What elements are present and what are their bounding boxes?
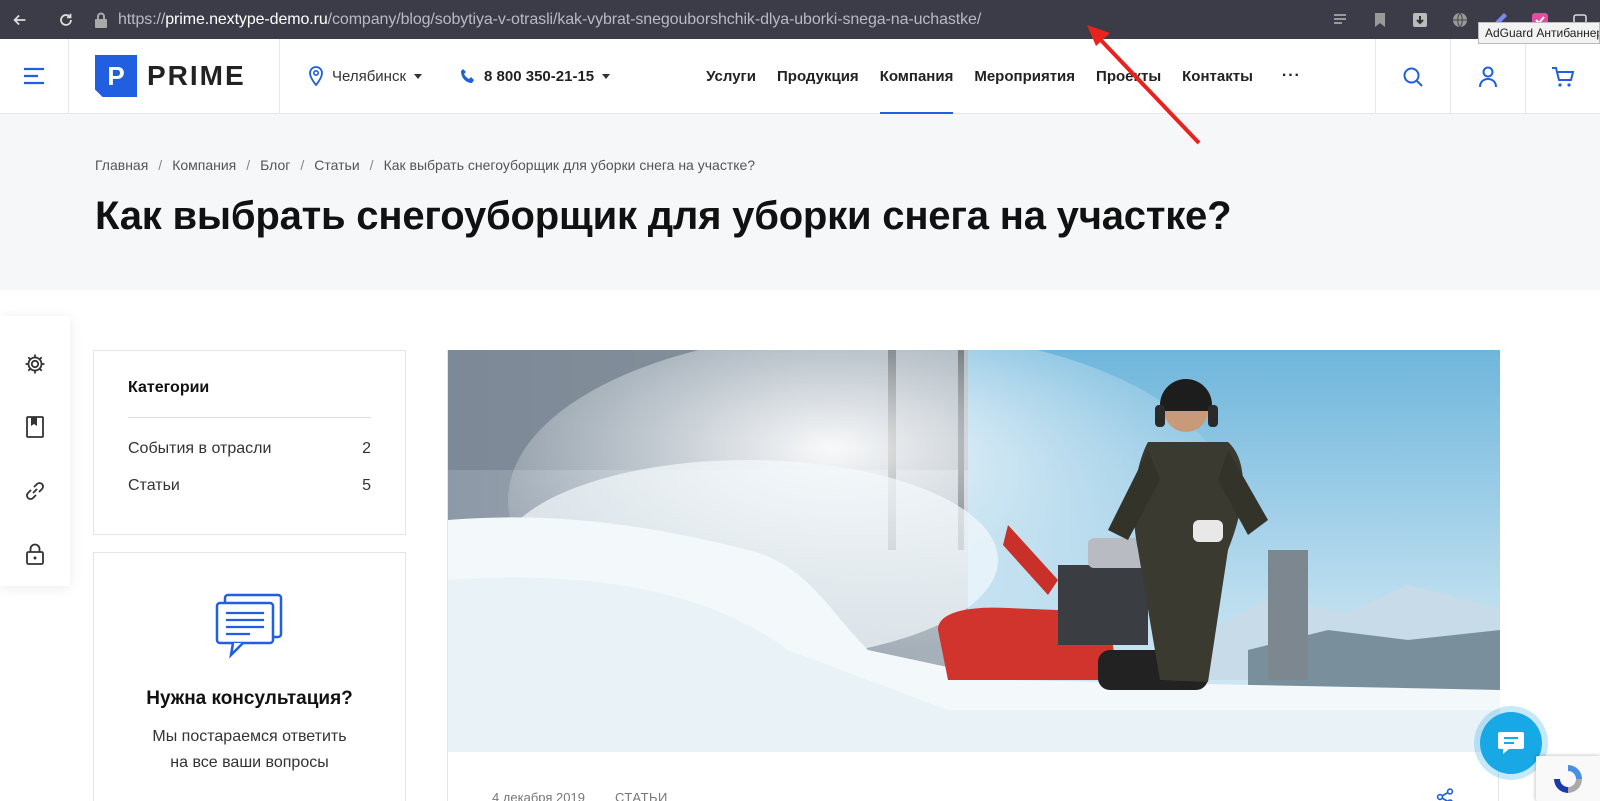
category-item[interactable]: Статьи 5 <box>128 477 371 495</box>
lock-icon[interactable] <box>0 523 70 587</box>
consultation-text-line: на все ваши вопросы <box>170 754 329 771</box>
phone-number: 8 800 350-21-15 <box>484 67 595 85</box>
chat-document-icon <box>94 593 405 664</box>
chevron-down-icon <box>602 73 611 79</box>
phone-selector[interactable]: 8 800 350-21-15 <box>460 39 611 113</box>
consultation-text: Мы постараемся ответить на все ваши вопр… <box>94 724 405 776</box>
address-bar[interactable]: https://prime.nextype-demo.ru/company/bl… <box>94 11 981 29</box>
breadcrumb: Главная / Компания / Блог / Статьи / Как выб… <box>95 157 756 173</box>
browser-toolbar: https://prime.nextype-demo.ru/company/bl… <box>0 0 1600 44</box>
url-scheme: https:// <box>118 10 166 28</box>
recaptcha-icon <box>1554 764 1582 793</box>
article-date: 4 декабря 2019 <box>492 790 585 801</box>
consultation-widget: Нужна консультация? Мы постараемся ответ… <box>93 552 406 801</box>
book-icon[interactable] <box>0 396 70 460</box>
share-icon[interactable] <box>1436 788 1454 801</box>
city-selector[interactable]: Челябинск <box>308 39 423 113</box>
nav-item-company[interactable]: Компания <box>879 39 953 114</box>
categories-title: Категории <box>128 379 371 418</box>
city-label: Челябинск <box>332 67 407 85</box>
main-nav: Услуги Продукция Компания Мероприятия Пр… <box>706 39 1301 114</box>
site-logo[interactable]: P PRIME <box>69 39 280 113</box>
consultation-title: Нужна консультация? <box>146 688 353 709</box>
url-path: /company/blog/sobytiya-v-otrasli/kak-vyb… <box>327 10 982 28</box>
categories-widget: Категории События в отрасли 2 Статьи 5 <box>93 350 406 535</box>
phone-icon <box>461 69 475 83</box>
site-header: P PRIME Челябинск 8 800 350-21-15 Услуги… <box>0 39 1600 114</box>
breadcrumb-articles[interactable]: Статьи <box>314 157 359 173</box>
category-count: 2 <box>362 440 371 457</box>
breadcrumb-home[interactable]: Главная <box>95 157 148 173</box>
bookmark-icon[interactable] <box>1360 0 1400 39</box>
globe-icon[interactable] <box>1440 0 1480 39</box>
page-hero: Главная / Компания / Блог / Статьи / Как выб… <box>0 114 1600 290</box>
article-category[interactable]: СТАТЬИ <box>615 790 668 801</box>
menu-burger-icon[interactable] <box>0 39 69 113</box>
breadcrumb-current: Как выбрать снегоуборщик для уборки снег… <box>383 157 756 173</box>
chat-bubble-icon <box>1498 732 1524 754</box>
chat-widget-button[interactable] <box>1480 712 1542 774</box>
recaptcha-badge[interactable] <box>1536 756 1600 801</box>
article-card: 4 декабря 2019 СТАТЬИ <box>447 350 1500 801</box>
consultation-text-line: Мы постараемся ответить <box>152 728 347 745</box>
category-count: 5 <box>362 477 371 494</box>
reader-mode-icon[interactable] <box>1320 0 1360 39</box>
nav-more-button[interactable]: ··· <box>1282 39 1301 113</box>
extension-tooltip: AdGuard Антибаннер <box>1478 22 1600 44</box>
chevron-down-icon <box>414 73 423 79</box>
location-pin-icon <box>309 66 323 86</box>
category-item[interactable]: События в отрасли 2 <box>128 440 371 458</box>
link-icon[interactable] <box>0 459 70 523</box>
nav-item-events[interactable]: Мероприятия <box>974 39 1075 113</box>
logo-mark: P <box>95 55 137 97</box>
search-icon[interactable] <box>1375 39 1450 114</box>
breadcrumb-company[interactable]: Компания <box>172 157 236 173</box>
settings-gear-icon[interactable] <box>0 332 70 396</box>
category-label: Статьи <box>128 477 180 494</box>
user-icon[interactable] <box>1450 39 1525 114</box>
cart-icon[interactable] <box>1525 39 1600 114</box>
nav-item-products[interactable]: Продукция <box>777 39 859 113</box>
side-toolbar <box>0 316 70 586</box>
url-host: prime.nextype-demo.ru <box>165 10 328 28</box>
article-meta: 4 декабря 2019 СТАТЬИ <box>492 790 668 801</box>
nav-item-projects[interactable]: Проекты <box>1096 39 1161 113</box>
reload-icon[interactable] <box>54 8 78 32</box>
page-title: Как выбрать снегоуборщик для уборки снег… <box>95 194 1232 238</box>
nav-item-services[interactable]: Услуги <box>706 39 756 113</box>
extension-download-icon[interactable] <box>1400 0 1440 39</box>
article-image[interactable] <box>448 350 1500 752</box>
logo-text: PRIME <box>147 60 246 91</box>
category-label: События в отрасли <box>128 440 272 457</box>
back-icon[interactable] <box>8 8 32 32</box>
breadcrumb-blog[interactable]: Блог <box>260 157 290 173</box>
lock-icon <box>95 12 107 28</box>
nav-item-contacts[interactable]: Контакты <box>1182 39 1253 113</box>
